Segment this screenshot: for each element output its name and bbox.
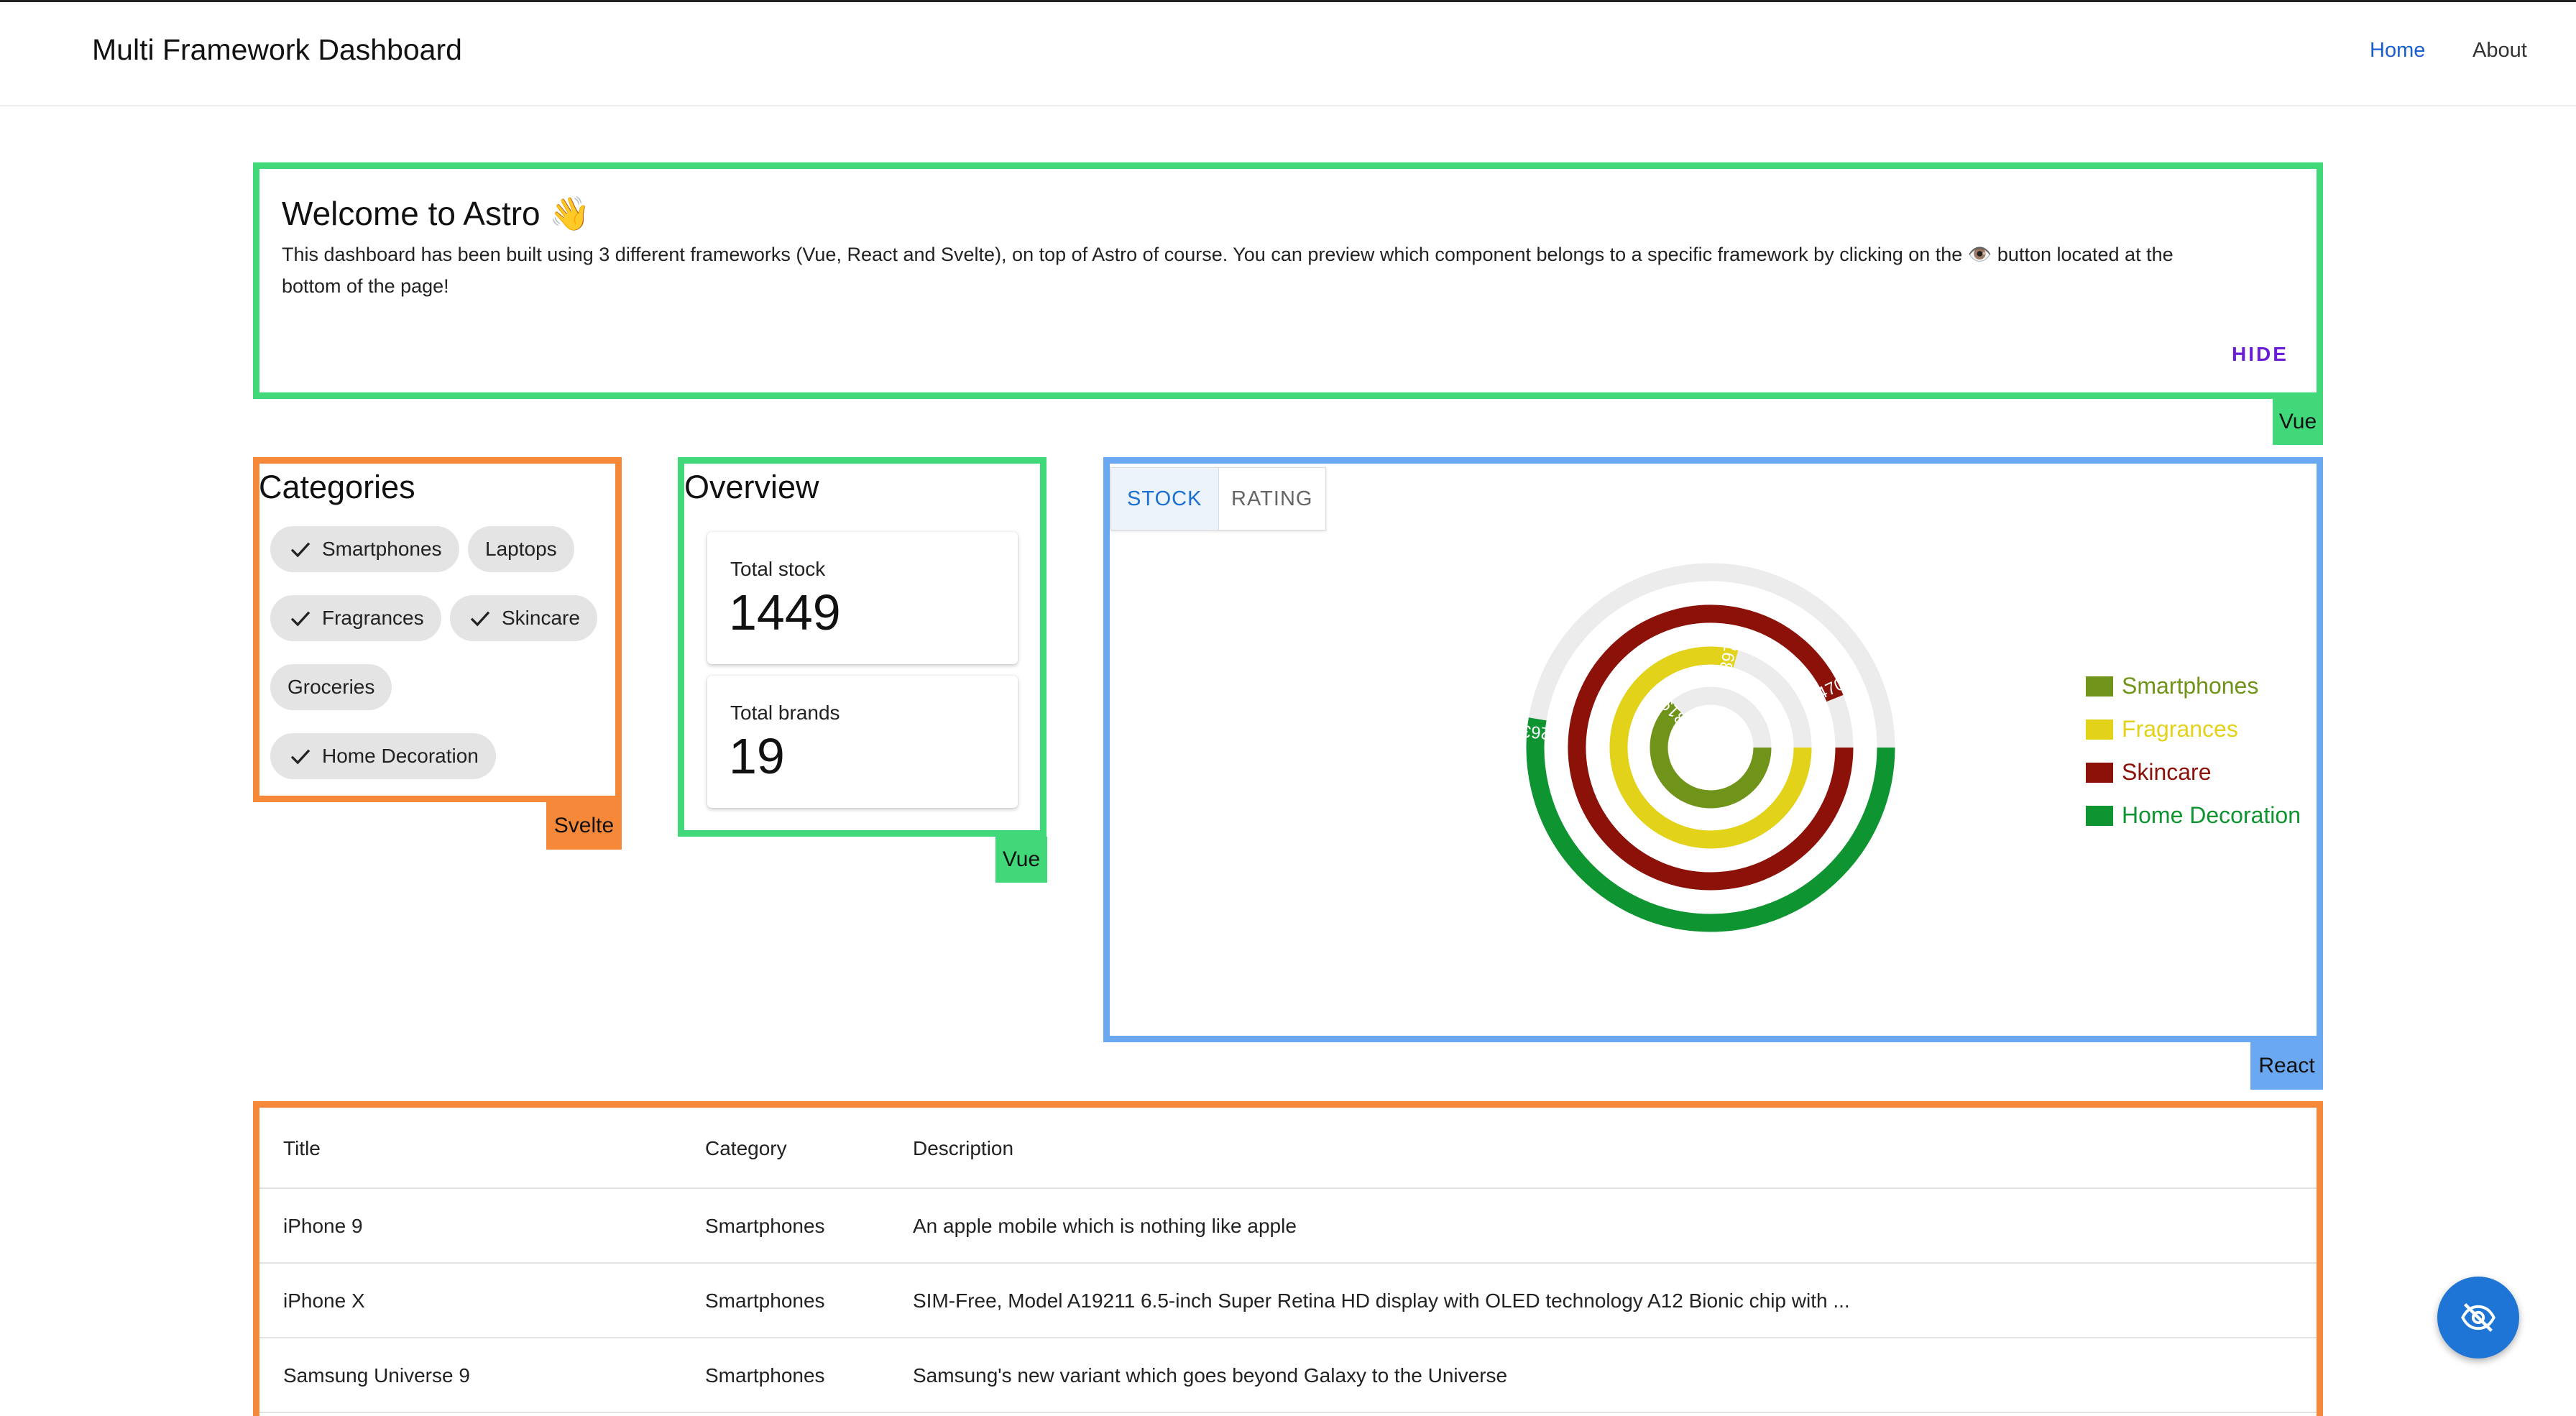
category-chip-groceries[interactable]: Groceries [270, 664, 392, 710]
legend-label: Skincare [2122, 759, 2212, 785]
nav-home-link[interactable]: Home [2370, 39, 2425, 63]
category-chip-home-decoration[interactable]: Home Decoration [270, 733, 496, 779]
category-chip-label: Laptops [485, 538, 557, 560]
cell-title: Samsung Universe 9 [283, 1364, 470, 1387]
legend-item-home-decoration[interactable]: Home Decoration [2086, 802, 2301, 829]
cell-category: Smartphones [705, 1289, 825, 1312]
legend-swatch [2086, 805, 2113, 826]
category-chip-label: Groceries [288, 676, 375, 698]
cell-description: Samsung's new variant which goes beyond … [913, 1364, 1508, 1387]
overview-title: Overview [684, 469, 819, 505]
column-header-description[interactable]: Description [913, 1137, 1013, 1160]
framework-tag-svelte: Svelte [546, 802, 622, 850]
total-brands-value: 19 [729, 728, 785, 784]
cell-title: iPhone 9 [283, 1215, 363, 1237]
radial-bar-home-decoration[interactable] [1526, 717, 1895, 932]
total-stock-value: 1449 [729, 584, 841, 640]
cell-description: SIM-Free, Model A19211 6.5-inch Super Re… [913, 1289, 1850, 1312]
tab-stock[interactable]: STOCK [1111, 468, 1219, 530]
categories-title: Categories [259, 469, 415, 505]
legend-item-smartphones[interactable]: Smartphones [2086, 673, 2258, 699]
toggle-framework-preview-button[interactable] [2437, 1277, 2519, 1358]
column-header-category[interactable]: Category [705, 1137, 787, 1160]
legend-swatch [2086, 719, 2113, 740]
cell-category: Smartphones [705, 1215, 825, 1237]
total-brands-card: Total brands 19 [707, 676, 1018, 808]
radial-bar-label-home-decoration: 263 [1521, 721, 1551, 743]
legend-item-skincare[interactable]: Skincare [2086, 759, 2212, 786]
check-icon [470, 611, 490, 627]
app-title: Multi Framework Dashboard [92, 33, 462, 66]
category-chip-label: Fragrances [322, 607, 424, 629]
column-header-title[interactable]: Title [283, 1137, 321, 1160]
nav-about-link[interactable]: About [2472, 39, 2527, 63]
framework-tag-react: React [2250, 1042, 2323, 1090]
legend-label: Smartphones [2122, 673, 2259, 699]
framework-tag-vue: Vue [2273, 399, 2323, 445]
legend-label: Home Decoration [2122, 802, 2301, 828]
check-icon [290, 749, 310, 765]
category-chip-skincare[interactable]: Skincare [450, 595, 597, 641]
welcome-title: Welcome to Astro 👋 [282, 195, 591, 232]
framework-tag-vue: Vue [995, 837, 1047, 883]
cell-description: An apple mobile which is nothing like ap… [913, 1215, 1297, 1237]
check-icon [290, 611, 310, 627]
cell-category: Smartphones [705, 1364, 825, 1387]
eye-off-icon [2461, 1303, 2496, 1332]
category-chip-label: Home Decoration [322, 745, 479, 767]
total-stock-label: Total stock [730, 558, 826, 580]
welcome-text: This dashboard has been built using 3 di… [282, 244, 2174, 297]
check-icon [290, 542, 310, 558]
cell-title: iPhone X [283, 1289, 365, 1312]
total-brands-label: Total brands [730, 702, 840, 724]
category-chip-label: Skincare [502, 607, 580, 629]
row-divider [259, 1412, 2317, 1413]
total-stock-card: Total stock 1449 [707, 532, 1018, 664]
category-chip-label: Smartphones [322, 538, 442, 560]
category-chip-fragrances[interactable]: Fragrances [270, 595, 441, 641]
chart-tabs: STOCK RATING [1110, 467, 1326, 530]
radial-bar-chart: 319397470263 [1521, 563, 1895, 932]
tab-rating[interactable]: RATING [1219, 468, 1326, 530]
category-chip-smartphones[interactable]: Smartphones [270, 526, 459, 572]
category-chip-laptops[interactable]: Laptops [468, 526, 574, 572]
legend-swatch [2086, 676, 2113, 696]
legend-label: Fragrances [2122, 716, 2238, 742]
hide-button[interactable]: HIDE [2232, 343, 2288, 366]
legend-item-fragrances[interactable]: Fragrances [2086, 716, 2238, 743]
legend-swatch [2086, 762, 2113, 783]
